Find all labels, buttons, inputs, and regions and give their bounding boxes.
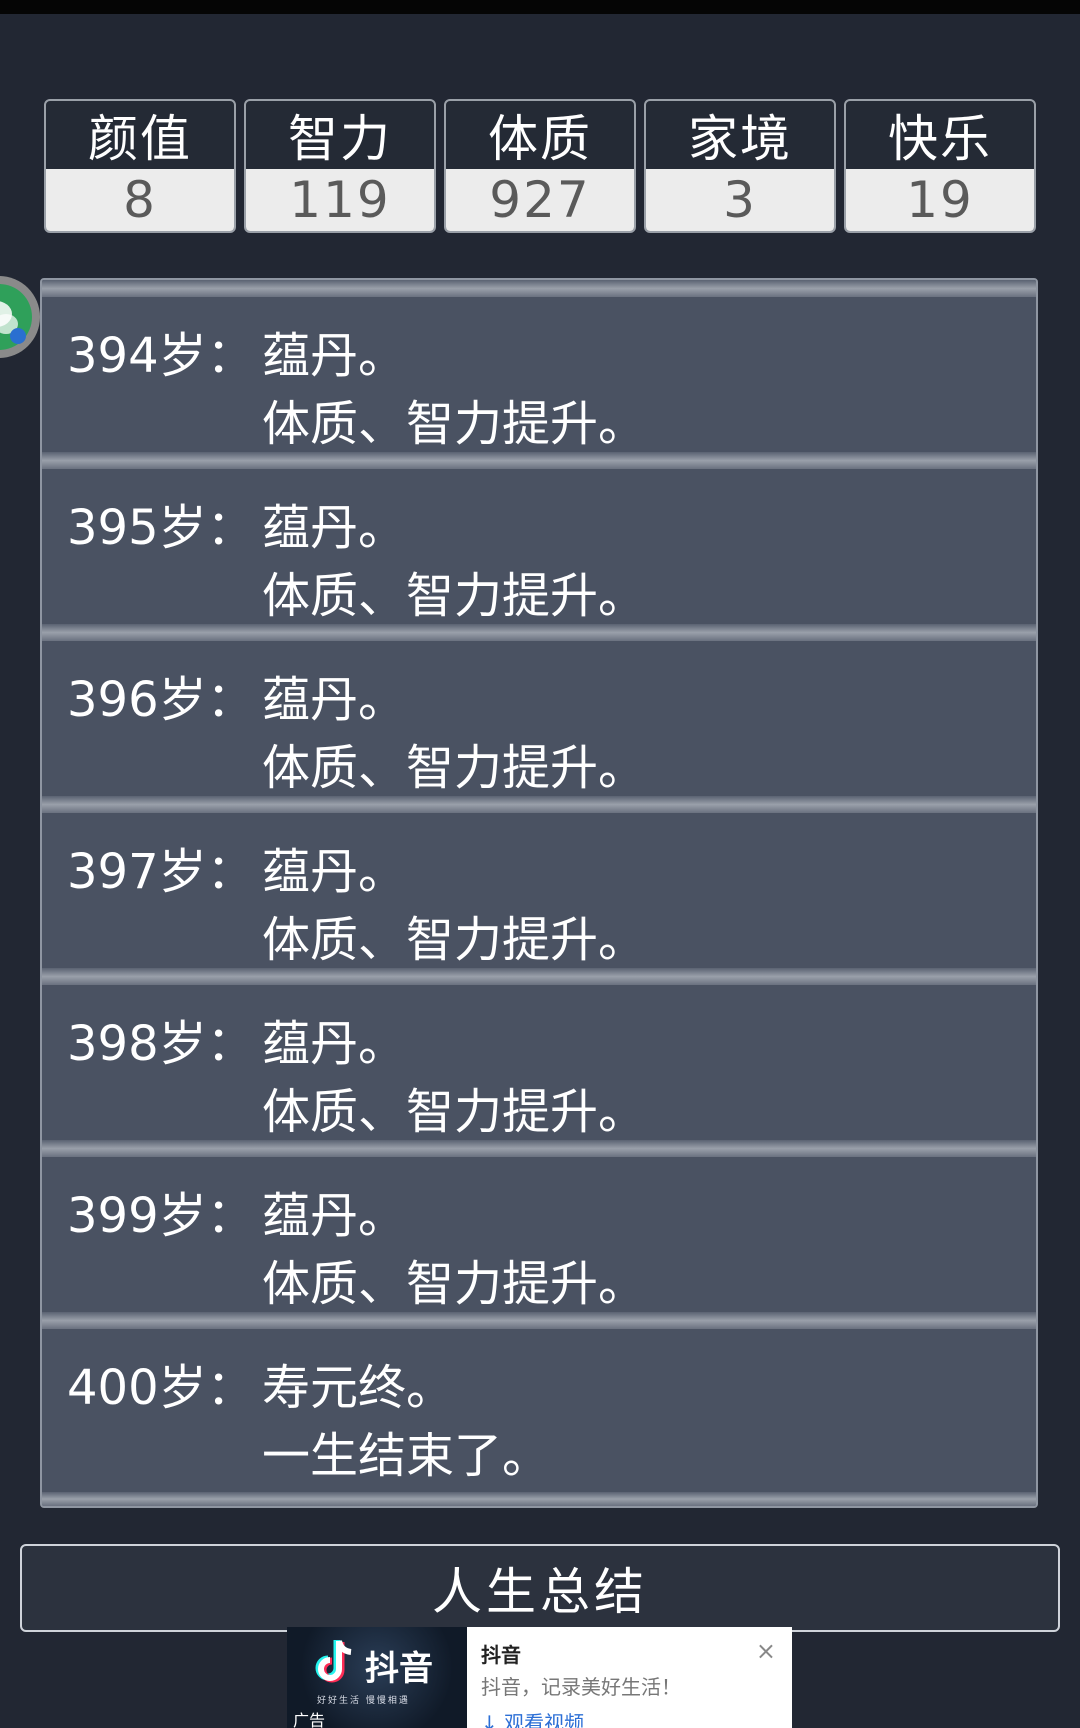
log-age: 398岁： bbox=[67, 1016, 255, 1072]
log-entry: 399岁： 蕴丹。 体质、智力提升。 bbox=[42, 1140, 1036, 1312]
ad-description: 抖音，记录美好生活！ bbox=[481, 1675, 681, 1699]
log-age: 394岁： bbox=[67, 328, 255, 384]
stat-label: 家境 bbox=[688, 110, 792, 168]
log-age: 396岁： bbox=[67, 672, 255, 728]
ad-slogan: 好好生活 慢慢相遇 bbox=[317, 1696, 410, 1706]
log-effect: 体质、智力提升。 bbox=[262, 1256, 647, 1312]
divider bbox=[42, 968, 1036, 985]
log-event: 蕴丹。 bbox=[262, 500, 407, 556]
divider bbox=[42, 452, 1036, 469]
stat-label: 体质 bbox=[488, 110, 592, 168]
log-entry: 398岁： 蕴丹。 体质、智力提升。 bbox=[42, 968, 1036, 1140]
log-effect: 体质、智力提升。 bbox=[262, 1084, 647, 1140]
divider bbox=[42, 280, 1036, 297]
status-bar bbox=[0, 0, 1080, 14]
log-event: 寿元终。 bbox=[262, 1360, 455, 1416]
log-age: 399岁： bbox=[67, 1188, 255, 1244]
log-event: 蕴丹。 bbox=[262, 1188, 407, 1244]
attribute-stats: 颜值 8 智力 119 体质 927 家境 3 快乐 19 bbox=[44, 99, 1036, 233]
log-event: 蕴丹。 bbox=[262, 672, 407, 728]
log-effect: 体质、智力提升。 bbox=[262, 396, 647, 452]
stat-label: 快乐 bbox=[888, 110, 992, 168]
stat-label: 颜值 bbox=[88, 110, 192, 168]
ad-watch-video-link[interactable]: ↓ 观看视频 bbox=[481, 1707, 584, 1728]
stat-intelligence: 智力 119 bbox=[244, 99, 436, 233]
log-entry: 397岁： 蕴丹。 体质、智力提升。 bbox=[42, 796, 1036, 968]
log-age: 397岁： bbox=[67, 844, 255, 900]
bubble-inner bbox=[0, 284, 32, 350]
stat-constitution: 体质 927 bbox=[444, 99, 636, 233]
log-entry: 395岁： 蕴丹。 体质、智力提升。 bbox=[42, 452, 1036, 624]
log-age: 395岁： bbox=[67, 500, 255, 556]
ad-title: 抖音 bbox=[481, 1643, 521, 1667]
log-effect: 一生结束了。 bbox=[262, 1428, 551, 1484]
stat-label: 智力 bbox=[288, 110, 392, 168]
stat-value: 3 bbox=[646, 169, 834, 231]
log-effect: 体质、智力提升。 bbox=[262, 568, 647, 624]
ad-brand: 抖音 bbox=[365, 1649, 433, 1689]
chat-icon bbox=[0, 301, 26, 344]
log-event: 蕴丹。 bbox=[262, 844, 407, 900]
log-event: 蕴丹。 bbox=[262, 1016, 407, 1072]
douyin-logo-icon bbox=[315, 1640, 352, 1683]
log-effect: 体质、智力提升。 bbox=[262, 740, 647, 796]
ad-image[interactable]: 抖音 好好生活 慢慢相遇 广告 bbox=[287, 1627, 467, 1728]
log-entry: 394岁： 蕴丹。 体质、智力提升。 bbox=[42, 280, 1036, 452]
ad-tag: 广告 bbox=[293, 1711, 326, 1728]
divider bbox=[42, 1492, 1036, 1506]
stat-value: 927 bbox=[446, 169, 634, 231]
stat-appearance: 颜值 8 bbox=[44, 99, 236, 233]
log-age: 400岁： bbox=[67, 1360, 255, 1416]
life-event-log[interactable]: 394岁： 蕴丹。 体质、智力提升。 395岁： 蕴丹。 体质、智力提升。 39… bbox=[40, 278, 1038, 1508]
log-entry: 400岁： 寿元终。 一生结束了。 bbox=[42, 1312, 1036, 1484]
divider bbox=[42, 796, 1036, 813]
stat-happiness: 快乐 19 bbox=[844, 99, 1036, 233]
log-effect: 体质、智力提升。 bbox=[262, 912, 647, 968]
divider bbox=[42, 1140, 1036, 1157]
divider bbox=[42, 624, 1036, 641]
close-icon[interactable]: × bbox=[756, 1637, 776, 1665]
divider bbox=[42, 1312, 1036, 1329]
stat-value: 19 bbox=[846, 169, 1034, 231]
stat-value: 119 bbox=[246, 169, 434, 231]
wechat-bubble-icon[interactable] bbox=[0, 276, 40, 358]
stat-value: 8 bbox=[46, 169, 234, 231]
log-entry: 396岁： 蕴丹。 体质、智力提升。 bbox=[42, 624, 1036, 796]
stat-family: 家境 3 bbox=[644, 99, 836, 233]
life-summary-button[interactable]: 人生总结 bbox=[20, 1544, 1060, 1632]
log-event: 蕴丹。 bbox=[262, 328, 407, 384]
ad-banner[interactable]: 抖音 好好生活 慢慢相遇 广告 抖音 抖音，记录美好生活！ ↓ 观看视频 × bbox=[287, 1627, 792, 1728]
